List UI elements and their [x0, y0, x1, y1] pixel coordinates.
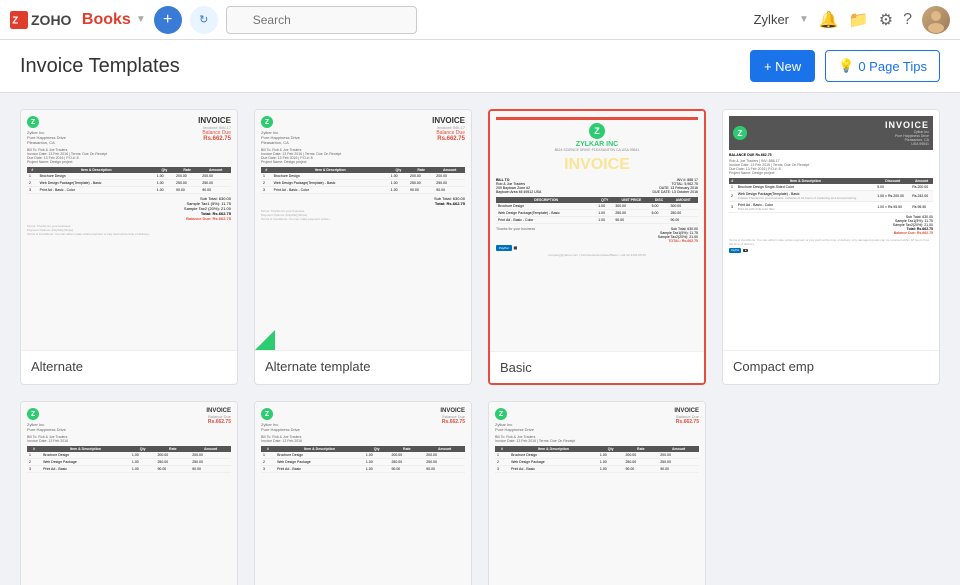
avatar[interactable] [922, 6, 950, 34]
add-button[interactable]: + [154, 6, 182, 34]
page-tips-button[interactable]: 💡 0 Page Tips [825, 50, 940, 82]
help-icon[interactable]: ? [903, 11, 912, 29]
search-input[interactable] [226, 6, 417, 34]
top-navigation: Z ZOHO Books ▼ + ↻ Zylker ▼ 🔔 📁 ⚙ ? [0, 0, 960, 40]
template-preview-alternate: Z Zylker IncPure Happiness DrivePleasant… [21, 110, 237, 350]
template-name-alternate-template: Alternate template [255, 350, 471, 382]
svg-text:Z: Z [12, 15, 18, 26]
new-button[interactable]: + New [750, 50, 815, 82]
lightbulb-icon: 💡 [838, 58, 854, 74]
app-name: ZOHO [31, 12, 71, 28]
settings-icon[interactable]: ⚙ [879, 10, 893, 30]
product-name: Books [82, 11, 131, 29]
template-name-basic: Basic [490, 351, 704, 383]
app-logo: Z ZOHO Books ▼ [10, 11, 146, 29]
empty-slot [722, 401, 940, 585]
template-preview-alternate-2: Z Zylker IncPure Happiness Drive INVOICE… [21, 402, 237, 585]
template-name-alternate: Alternate [21, 350, 237, 382]
template-name-compact-emp: Compact emp [723, 350, 939, 382]
page-title: Invoice Templates [20, 55, 180, 78]
template-card-alternate-template-2[interactable]: Z Zylker IncPure Happiness Drive INVOICE… [254, 401, 472, 585]
header-actions: + New 💡 0 Page Tips [750, 50, 940, 82]
template-card-alternate[interactable]: Z Zylker IncPure Happiness DrivePleasant… [20, 109, 238, 385]
page-tips-label: 0 Page Tips [858, 59, 927, 74]
templates-grid: Z Zylker IncPure Happiness DrivePleasant… [20, 109, 940, 585]
template-card-basic-2[interactable]: Z Zylkar IncPure Happiness Drive INVOICE… [488, 401, 706, 585]
inv-logo-2: Z [261, 116, 273, 128]
main-content: Z Zylker IncPure Happiness DrivePleasant… [0, 93, 960, 585]
template-card-compact-emp[interactable]: Z INVOICE Zylkar IncPure Happiness Drive… [722, 109, 940, 385]
template-preview-alternate-template-2: Z Zylker IncPure Happiness Drive INVOICE… [255, 402, 471, 585]
user-dropdown-icon[interactable]: ▼ [799, 14, 809, 25]
template-card-alternate-template[interactable]: Z Zylker IncPure Happiness DrivePleasant… [254, 109, 472, 385]
inv-logo: Z [27, 116, 39, 128]
bell-icon[interactable]: 🔔 [819, 10, 839, 30]
template-preview-alternate-template: Z Zylker IncPure Happiness DrivePleasant… [255, 110, 471, 350]
refresh-button[interactable]: ↻ [190, 6, 218, 34]
template-card-basic[interactable]: Z ZYLKAR INC 8624 SCIENCE DRIVE PLEASANT… [488, 109, 706, 385]
folder-icon[interactable]: 📁 [849, 10, 869, 30]
template-preview-compact-emp: Z INVOICE Zylkar IncPure Happiness Drive… [723, 110, 939, 350]
user-name: Zylker [754, 12, 789, 27]
page-header: Invoice Templates + New 💡 0 Page Tips [0, 40, 960, 93]
nav-right: Zylker ▼ 🔔 📁 ⚙ ? [754, 6, 950, 34]
template-preview-basic-2: Z Zylkar IncPure Happiness Drive INVOICE… [489, 402, 705, 585]
search-container [226, 6, 506, 34]
template-preview-basic: Z ZYLKAR INC 8624 SCIENCE DRIVE PLEASANT… [490, 111, 704, 351]
template-card-alternate-2[interactable]: Z Zylker IncPure Happiness Drive INVOICE… [20, 401, 238, 585]
